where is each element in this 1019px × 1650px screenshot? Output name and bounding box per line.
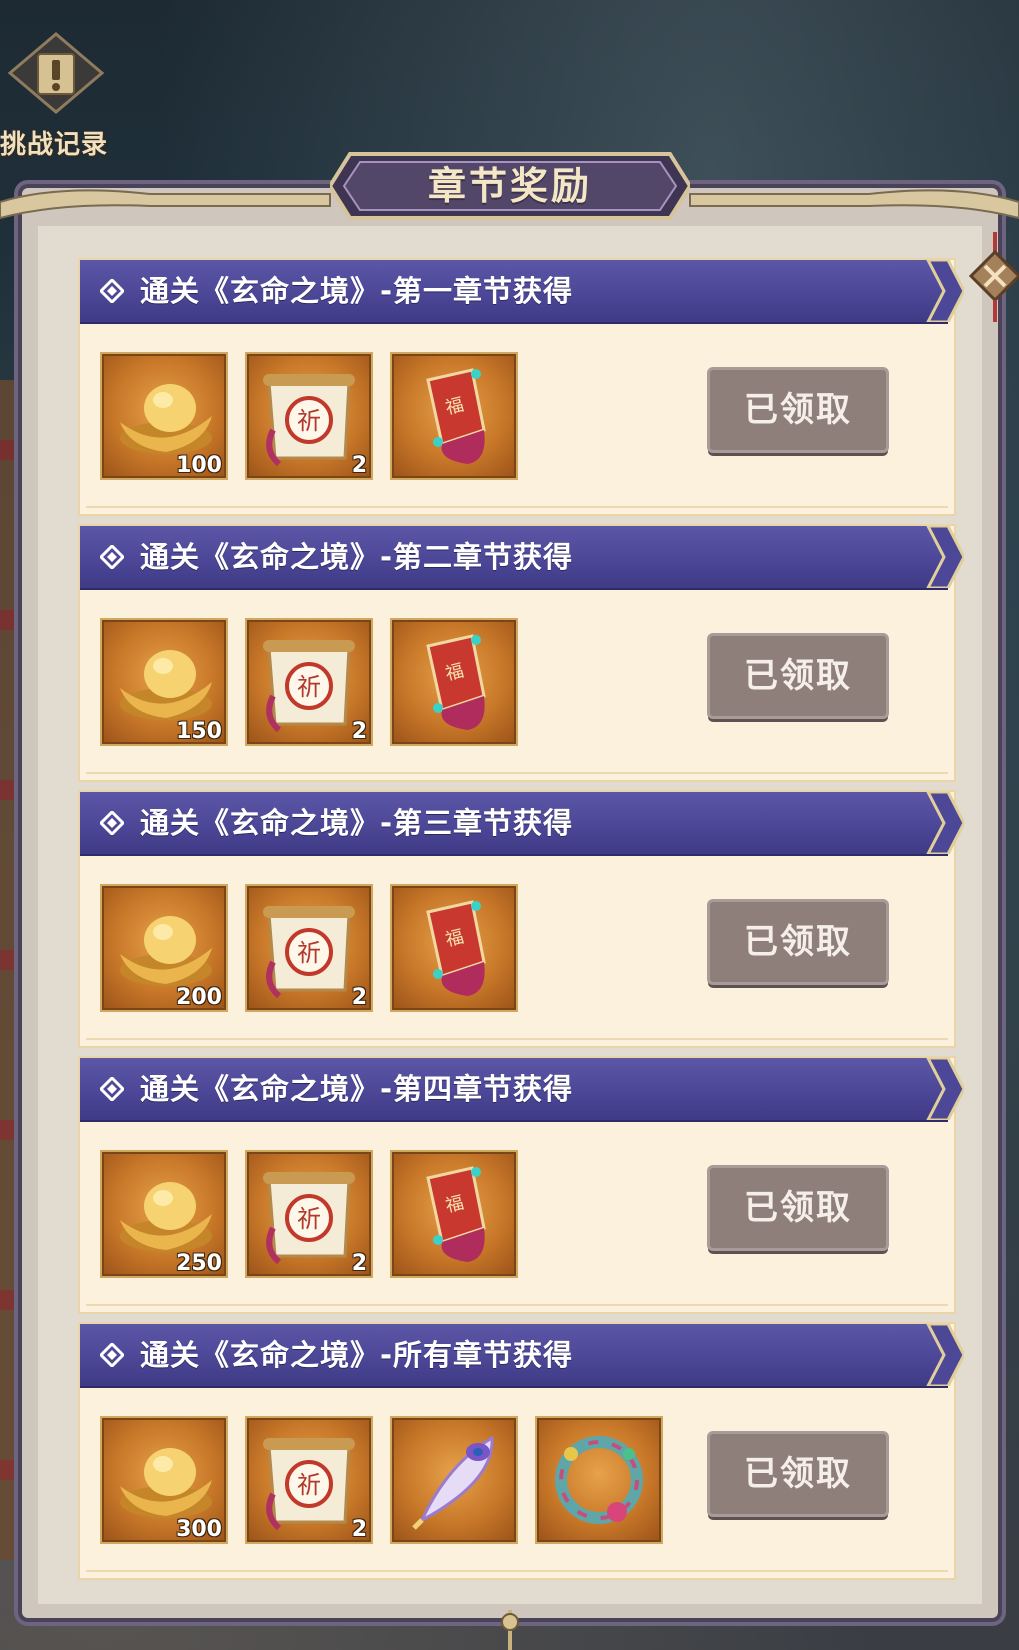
- reward-card-chapter-3: 通关《玄命之境》-第三章节获得 200 祈 2 福 已领取: [78, 790, 964, 1048]
- reward-item-flower-wreath[interactable]: [535, 1416, 663, 1544]
- claimed-button-label: 已领取: [744, 656, 852, 696]
- chevron-right-icon: [926, 526, 964, 588]
- diamond-icon: [100, 1343, 124, 1367]
- diamond-icon: [100, 1077, 124, 1101]
- reward-card-title: 通关《玄命之境》-第一章节获得: [140, 274, 574, 308]
- prayer-scroll-icon: 祈: [263, 374, 355, 467]
- reward-item-gold-ingot[interactable]: 200: [100, 884, 228, 1012]
- reward-card-header: 通关《玄命之境》-第四章节获得: [80, 1058, 964, 1122]
- reward-card-all-chapters: 通关《玄命之境》-所有章节获得 300 祈 2 已领取: [78, 1322, 964, 1580]
- prayer-scroll-icon: 祈: [263, 1438, 355, 1531]
- item-count: 150: [176, 719, 222, 744]
- reward-item-prayer-scroll[interactable]: 祈 2: [245, 1150, 373, 1278]
- chevron-right-icon: [926, 260, 964, 322]
- reward-card-header: 通关《玄命之境》-第一章节获得: [80, 260, 964, 324]
- page-title: 章节奖励: [427, 163, 592, 208]
- reward-item-fortune-charm[interactable]: 福: [390, 618, 518, 746]
- reward-card-title: 通关《玄命之境》-所有章节获得: [140, 1338, 574, 1372]
- reward-item-fortune-charm[interactable]: 福: [390, 1150, 518, 1278]
- chevron-right-icon: [926, 1058, 964, 1120]
- challenge-record-label: 挑战记录: [0, 130, 109, 160]
- claimed-button-label: 已领取: [744, 1454, 852, 1494]
- background-character-strip: [0, 380, 24, 1560]
- fortune-charm-icon: 福: [426, 1166, 486, 1262]
- item-count: 2: [351, 453, 367, 478]
- item-count: 300: [176, 1517, 222, 1542]
- reward-item-prayer-scroll[interactable]: 祈 2: [245, 352, 373, 480]
- fortune-charm-icon: 福: [426, 368, 486, 464]
- chevron-right-icon: [926, 1324, 964, 1386]
- diamond-icon: [100, 811, 124, 835]
- item-count: 2: [351, 719, 367, 744]
- prayer-scroll-icon: 祈: [263, 1172, 355, 1265]
- claimed-button-label: 已领取: [744, 390, 852, 430]
- prayer-scroll-icon: 祈: [263, 906, 355, 999]
- reward-card-title: 通关《玄命之境》-第三章节获得: [140, 806, 574, 840]
- chevron-right-icon: [926, 792, 964, 854]
- claimed-button[interactable]: 已领取: [710, 636, 886, 716]
- panel-bottom-ornament: [501, 1610, 519, 1650]
- close-icon[interactable]: [965, 232, 1019, 322]
- claimed-button-label: 已领取: [744, 1188, 852, 1228]
- fortune-charm-icon: 福: [426, 634, 486, 730]
- claimed-button[interactable]: 已领取: [710, 902, 886, 982]
- item-count: 2: [351, 985, 367, 1010]
- prayer-scroll-icon: 祈: [263, 640, 355, 733]
- reward-item-gold-ingot[interactable]: 250: [100, 1150, 228, 1278]
- reward-card-header: 通关《玄命之境》-所有章节获得: [80, 1324, 964, 1388]
- item-count: 2: [351, 1251, 367, 1276]
- fortune-charm-icon: 福: [426, 900, 486, 996]
- challenge-record-button[interactable]: 挑战记录: [0, 18, 120, 160]
- claimed-button[interactable]: 已领取: [710, 370, 886, 450]
- diamond-icon: [100, 545, 124, 569]
- reward-item-peacock-feather[interactable]: [390, 1416, 518, 1544]
- claimed-button[interactable]: 已领取: [710, 1434, 886, 1514]
- reward-card-chapter-4: 通关《玄命之境》-第四章节获得 250 祈 2 福 已领取: [78, 1056, 964, 1314]
- book-exclamation-icon: [8, 32, 104, 114]
- svg-text:祈: 祈: [297, 1471, 321, 1499]
- svg-text:祈: 祈: [297, 1205, 321, 1233]
- reward-card-header: 通关《玄命之境》-第二章节获得: [80, 526, 964, 590]
- reward-item-fortune-charm[interactable]: 福: [390, 352, 518, 480]
- reward-item-gold-ingot[interactable]: 150: [100, 618, 228, 746]
- reward-card-chapter-1: 通关《玄命之境》-第一章节获得 100 祈 2 福 已领取: [78, 258, 964, 516]
- item-count: 100: [176, 453, 222, 478]
- reward-item-gold-ingot[interactable]: 300: [100, 1416, 228, 1544]
- item-count: 250: [176, 1251, 222, 1276]
- svg-text:祈: 祈: [297, 407, 321, 435]
- reward-item-gold-ingot[interactable]: 100: [100, 352, 228, 480]
- item-count: 200: [176, 985, 222, 1010]
- reward-item-fortune-charm[interactable]: 福: [390, 884, 518, 1012]
- flower-wreath-icon: [555, 1436, 643, 1524]
- svg-text:祈: 祈: [297, 939, 321, 967]
- reward-card-title: 通关《玄命之境》-第四章节获得: [140, 1072, 574, 1106]
- svg-text:祈: 祈: [297, 673, 321, 701]
- reward-item-prayer-scroll[interactable]: 祈 2: [245, 1416, 373, 1544]
- peacock-feather-icon: [412, 1435, 494, 1530]
- reward-card-title: 通关《玄命之境》-第二章节获得: [140, 540, 574, 574]
- claimed-button-label: 已领取: [744, 922, 852, 962]
- diamond-icon: [100, 279, 124, 303]
- reward-item-prayer-scroll[interactable]: 祈 2: [245, 618, 373, 746]
- reward-card-header: 通关《玄命之境》-第三章节获得: [80, 792, 964, 856]
- item-count: 2: [351, 1517, 367, 1542]
- claimed-button[interactable]: 已领取: [710, 1168, 886, 1248]
- reward-item-prayer-scroll[interactable]: 祈 2: [245, 884, 373, 1012]
- reward-card-chapter-2: 通关《玄命之境》-第二章节获得 150 祈 2 福 已领取: [78, 524, 964, 782]
